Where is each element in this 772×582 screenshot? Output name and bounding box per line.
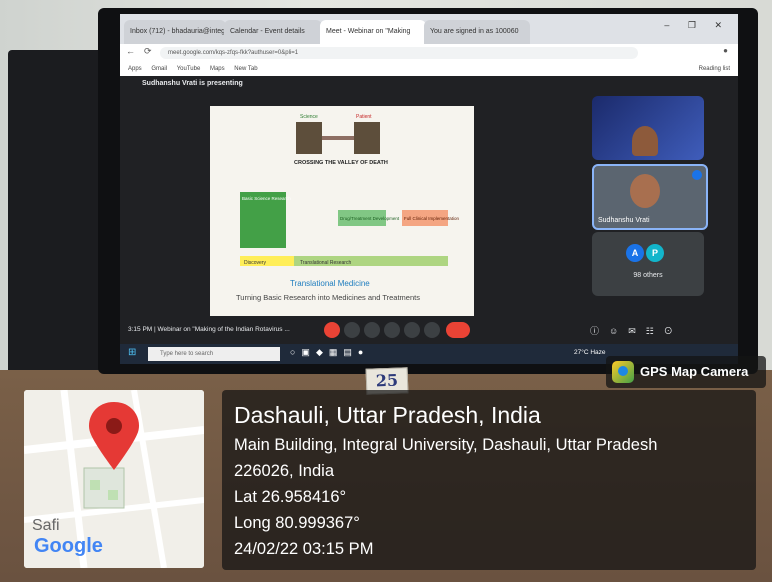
slide-title: Translational Medicine — [290, 279, 370, 288]
cliff-right — [354, 122, 380, 154]
more-options-button[interactable] — [424, 322, 440, 338]
meet-side-icons[interactable]: ⓘ☺✉☷⊙ — [590, 324, 683, 337]
taskbar-search[interactable]: Type here to search — [148, 347, 280, 361]
captions-button[interactable] — [364, 322, 380, 338]
browser-tab[interactable]: You are signed in as 100060 — [424, 20, 530, 44]
gps-brand-label: GPS Map Camera — [640, 364, 749, 379]
camera-button[interactable] — [344, 322, 360, 338]
meeting-details-text: 3:15 PM | Webinar on "Making of the Indi… — [128, 326, 290, 333]
bookmark-gmail[interactable]: Gmail — [151, 66, 167, 72]
others-count: 98 others — [633, 272, 663, 279]
address-line-2: 226026, India — [234, 462, 335, 480]
participant-video — [630, 174, 660, 208]
avatar: A — [626, 244, 644, 262]
bridge — [322, 136, 354, 140]
end-call-button[interactable] — [446, 322, 470, 338]
bookmarks-bar: Apps Gmail YouTube Maps New Tab Reading … — [120, 62, 738, 77]
box-clinical-label: Full Clinical Implementation — [404, 216, 460, 221]
reload-icon[interactable]: ⟳ — [144, 46, 152, 57]
presentation-slide: Science Patient CROSSING THE VALLEY OF D… — [210, 106, 474, 316]
bar-translational-label: Translational Research — [300, 260, 351, 266]
box-basic-label: Basic Science Research — [242, 196, 291, 201]
present-button[interactable] — [404, 322, 420, 338]
longitude: Long 80.999367° — [234, 514, 360, 532]
mic-button[interactable] — [324, 322, 340, 338]
profile-icon[interactable]: ● — [723, 46, 728, 55]
location-place: Dashauli, Uttar Pradesh, India — [234, 402, 541, 428]
slide-left-label: Science — [300, 114, 318, 120]
slide-graphic: Science Patient CROSSING THE VALLEY OF D… — [236, 114, 460, 302]
address-bar: ← ⟳ meet.google.com/kqs-zfqs-fkk?authuse… — [120, 44, 738, 62]
weather-text: 27°C Haze — [574, 349, 606, 356]
map-building — [108, 490, 118, 500]
reading-list[interactable]: Reading list — [699, 62, 730, 76]
avatar: P — [646, 244, 664, 262]
map-thumbnail: Safi Google — [24, 390, 204, 568]
back-icon[interactable]: ← — [126, 46, 135, 56]
participant-video — [632, 126, 658, 156]
slide-subtitle: Turning Basic Research into Medicines an… — [236, 293, 420, 302]
bar-discovery-label: Discovery — [244, 260, 266, 266]
timestamp: 24/02/22 03:15 PM — [234, 540, 374, 558]
browser-tab[interactable]: Inbox (712) - bhadauria@integral... — [124, 20, 226, 44]
meet-controls-bar: 3:15 PM | Webinar on "Making of the Indi… — [120, 320, 738, 344]
meet-area: Sudhanshu Vrati is presenting Science Pa… — [120, 76, 738, 344]
slide-right-label: Patient — [356, 114, 372, 120]
speaking-indicator-icon — [692, 170, 702, 180]
monitor-screen: Inbox (712) - bhadauria@integral... Cale… — [120, 14, 738, 364]
presenting-label: Sudhanshu Vrati is presenting — [142, 80, 243, 87]
gps-info-panel: Dashauli, Uttar Pradesh, India Main Buil… — [222, 390, 756, 570]
browser-tab-bar: Inbox (712) - bhadauria@integral... Cale… — [120, 14, 738, 44]
window-controls[interactable]: – ❐ ✕ — [664, 20, 730, 31]
slide-heading: CROSSING THE VALLEY OF DEATH — [294, 160, 388, 166]
browser-tab-active[interactable]: Meet - Webinar on "Making — [320, 20, 426, 44]
latitude: Lat 26.958416° — [234, 488, 347, 506]
bookmark-newtab[interactable]: New Tab — [234, 66, 257, 72]
participant-tile-speaker[interactable]: Sudhanshu Vrati — [592, 164, 708, 230]
box-preclinical-label: Drug/Treatment Development — [340, 216, 400, 221]
gps-camera-logo-icon — [612, 361, 634, 383]
participant-name: Sudhanshu Vrati — [598, 217, 650, 224]
map-graphic: Safi Google — [24, 390, 204, 568]
url-field[interactable]: meet.google.com/kqs-zfqs-fkk?authuser=0&… — [160, 47, 638, 59]
map-building — [90, 480, 100, 490]
participant-tile-others[interactable]: A P 98 others — [592, 232, 704, 296]
bookmark-apps[interactable]: Apps — [128, 66, 142, 72]
participant-tile-webinar[interactable] — [592, 96, 704, 160]
bookmark-youtube[interactable]: YouTube — [177, 66, 201, 72]
windows-start-icon[interactable]: ⊞ — [128, 347, 136, 358]
map-label-safi: Safi — [32, 517, 60, 534]
bookmark-maps[interactable]: Maps — [210, 66, 225, 72]
cliff-left — [296, 122, 322, 154]
raise-hand-button[interactable] — [384, 322, 400, 338]
gps-brand-badge: GPS Map Camera — [606, 356, 766, 388]
browser-tab[interactable]: Calendar - Event details — [224, 20, 322, 44]
google-logo: Google — [34, 535, 103, 557]
address-line-1: Main Building, Integral University, Dash… — [234, 436, 658, 454]
taskbar-app-icons[interactable]: ○▣◆▦▤● — [290, 347, 369, 358]
